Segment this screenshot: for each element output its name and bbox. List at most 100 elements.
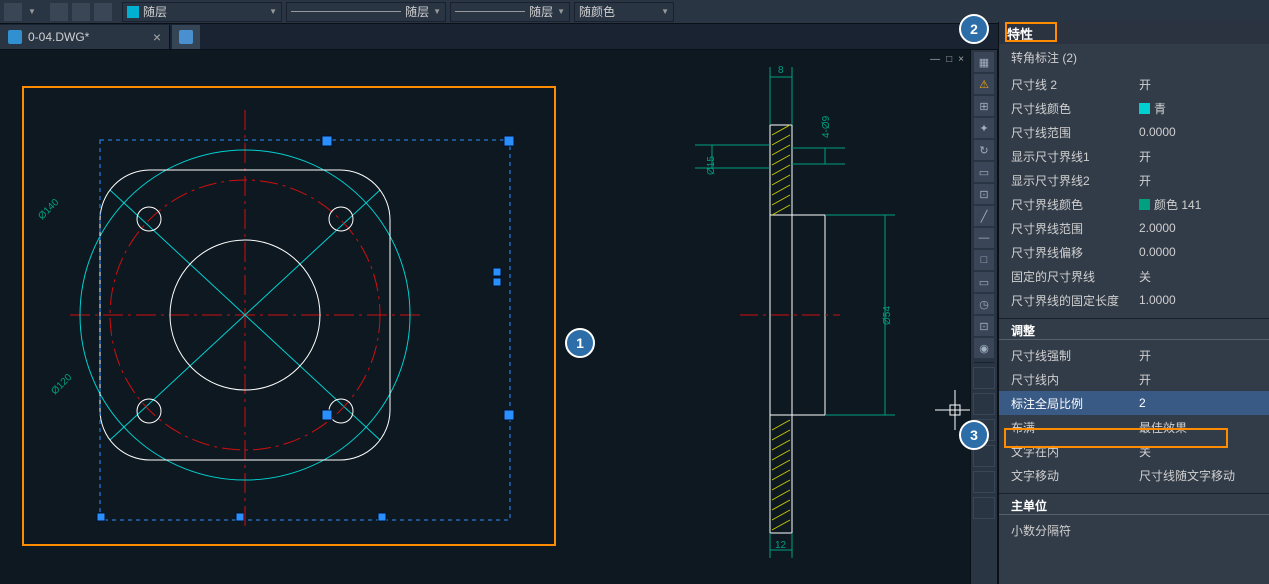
tool-rect-icon[interactable]: ▭ [974, 162, 994, 182]
prop-label: 尺寸线内 [1011, 371, 1139, 388]
palette-tile[interactable] [973, 471, 995, 493]
dwg-file-icon [8, 30, 22, 44]
prop-label: 显示尺寸界线1 [1011, 148, 1139, 165]
prop-value: 开 [1139, 371, 1257, 388]
prop-value: 尺寸线随文字移动 [1139, 467, 1257, 484]
prop-row[interactable]: 显示尺寸界线2 开 [999, 168, 1269, 192]
tool-dash-icon[interactable]: — [974, 228, 994, 248]
dimension-text: Ø15 [706, 156, 717, 175]
dropdown-label: 随层 [143, 3, 167, 20]
grid-icon[interactable] [50, 3, 68, 21]
dropdown-label: 随颜色 [579, 3, 615, 20]
prop-row[interactable]: 尺寸界线的固定长度 1.0000 [999, 288, 1269, 312]
prop-row[interactable]: 显示尺寸界线1 开 [999, 144, 1269, 168]
annotation-2: 2 [959, 14, 989, 44]
linetype-dropdown[interactable]: 随层 ▼ [286, 2, 446, 22]
prop-value: 青 [1139, 100, 1257, 117]
prop-label: 尺寸界线偏移 [1011, 244, 1139, 261]
plus-icon [179, 30, 193, 44]
annotation-1: 1 [565, 328, 595, 358]
lineweight-dropdown[interactable]: 随层 ▼ [450, 2, 570, 22]
tool-star-icon[interactable]: ✦ [974, 118, 994, 138]
color-swatch-icon [1139, 199, 1150, 210]
palette-tile[interactable] [973, 497, 995, 519]
prop-label: 小数分隔符 [1011, 522, 1139, 539]
file-tab[interactable]: 0-04.DWG* × [0, 25, 170, 49]
prop-row[interactable]: 固定的尺寸界线 关 [999, 264, 1269, 288]
file-tab-label: 0-04.DWG* [28, 30, 89, 44]
prop-row[interactable]: 尺寸线 2 开 [999, 72, 1269, 96]
prop-value: 0.0000 [1139, 125, 1257, 139]
tool-target-icon[interactable]: ◉ [974, 338, 994, 358]
right-vertical-toolbar: ▦ ⚠ ⊞ ✦ ↻ ▭ ⊡ ╱ — □ ▭ ◷ ⊡ ◉ [970, 50, 998, 584]
section-header-adjust: 调整 [999, 318, 1269, 340]
tool-fit-icon[interactable]: ⊡ [974, 316, 994, 336]
highlight-main-view [22, 86, 556, 546]
color-swatch [127, 6, 139, 18]
chevron-down-icon[interactable]: ▼ [26, 3, 38, 21]
palette-tile[interactable] [973, 367, 995, 389]
plotstyle-dropdown[interactable]: 随颜色 ▼ [574, 2, 674, 22]
prop-value[interactable]: 2 [1139, 396, 1257, 410]
tool-grid-icon[interactable]: ▦ [974, 52, 994, 72]
lineweight-preview [455, 11, 525, 12]
color-swatch-icon [1139, 103, 1150, 114]
top-toolbar: ▼ 随层 ▼ 随层 ▼ 随层 ▼ 随颜色 ▼ [0, 0, 1269, 24]
linetype-preview [291, 11, 401, 12]
chevron-down-icon: ▼ [269, 7, 277, 16]
prop-row[interactable]: 尺寸线内 开 [999, 367, 1269, 391]
prop-label: 尺寸界线的固定长度 [1011, 292, 1139, 309]
layer-dropdown[interactable]: 随层 ▼ [122, 2, 282, 22]
prop-value: 开 [1139, 347, 1257, 364]
highlight-dimscale-row [1004, 428, 1228, 448]
prop-value: 开 [1139, 172, 1257, 189]
prop-label: 尺寸线颜色 [1011, 100, 1139, 117]
prop-row-dimscale[interactable]: 标注全局比例 2 [999, 391, 1269, 415]
chevron-down-icon: ▼ [557, 7, 565, 16]
section-header-units: 主单位 [999, 493, 1269, 515]
prop-value: 开 [1139, 148, 1257, 165]
prop-row[interactable]: 尺寸线强制 开 [999, 343, 1269, 367]
selection-info[interactable]: 转角标注 (2) [999, 44, 1269, 70]
grid-icon[interactable] [94, 3, 112, 21]
annotation-3: 3 [959, 420, 989, 450]
tool-warning-icon[interactable]: ⚠ [974, 74, 994, 94]
dimension-text: Ø54 [882, 306, 893, 325]
prop-value: 1.0000 [1139, 293, 1257, 307]
close-tab-button[interactable]: × [153, 29, 161, 45]
prop-value: 2.0000 [1139, 221, 1257, 235]
prop-row[interactable]: 文字移动 尺寸线随文字移动 [999, 463, 1269, 487]
grid-icon[interactable] [72, 3, 90, 21]
tool-wide-icon[interactable]: ▭ [974, 272, 994, 292]
prop-row[interactable]: 尺寸界线范围 2.0000 [999, 216, 1269, 240]
toolbar-button[interactable] [4, 3, 22, 21]
prop-label: 尺寸线强制 [1011, 347, 1139, 364]
dropdown-label: 随层 [529, 3, 553, 20]
chevron-down-icon: ▼ [661, 7, 669, 16]
tool-snap-icon[interactable]: ⊞ [974, 96, 994, 116]
tool-line-icon[interactable]: ╱ [974, 206, 994, 226]
prop-row[interactable]: 尺寸界线颜色 颜色 141 [999, 192, 1269, 216]
chevron-down-icon: ▼ [433, 7, 441, 16]
prop-label: 固定的尺寸界线 [1011, 268, 1139, 285]
tool-time-icon[interactable]: ◷ [974, 294, 994, 314]
tool-rotate-icon[interactable]: ↻ [974, 140, 994, 160]
prop-label: 尺寸界线颜色 [1011, 196, 1139, 213]
tool-square-icon[interactable]: □ [974, 250, 994, 270]
dimension-text: 12 [775, 540, 787, 551]
dimension-text: 4-Ø9 [821, 115, 832, 138]
prop-value: 0.0000 [1139, 245, 1257, 259]
prop-row[interactable]: 尺寸线颜色 青 [999, 96, 1269, 120]
prop-row[interactable]: 小数分隔符 [999, 518, 1269, 542]
prop-label: 尺寸线 2 [1011, 76, 1139, 93]
new-tab-button[interactable] [172, 25, 200, 49]
prop-value: 关 [1139, 268, 1257, 285]
tool-box-icon[interactable]: ⊡ [974, 184, 994, 204]
palette-tile[interactable] [973, 393, 995, 415]
prop-row[interactable]: 尺寸线范围 0.0000 [999, 120, 1269, 144]
prop-row[interactable]: 尺寸界线偏移 0.0000 [999, 240, 1269, 264]
dropdown-label: 随层 [405, 3, 429, 20]
properties-panel: 特性 转角标注 (2) 尺寸线 2 开 尺寸线颜色 青 尺寸线范围 0.0000… [998, 22, 1269, 584]
prop-value: 颜色 141 [1139, 196, 1257, 213]
prop-label: 尺寸线范围 [1011, 124, 1139, 141]
